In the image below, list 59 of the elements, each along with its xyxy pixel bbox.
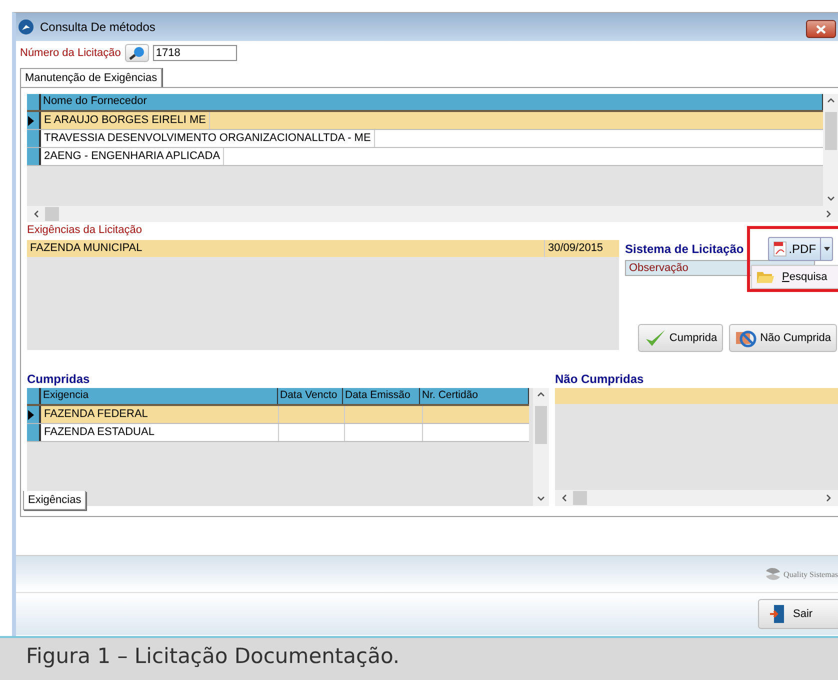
grid-row[interactable]: FAZENDA MUNICIPAL 30/09/2015 (27, 240, 619, 257)
vertical-scrollbar[interactable] (533, 388, 549, 506)
column-header: Exigencia (41, 388, 278, 404)
row-indicator[interactable] (27, 130, 41, 147)
column-header: Data Vencto (278, 388, 343, 404)
logo-icon (764, 566, 782, 582)
grid-row[interactable]: 2AENG - ENGENHARIA APLICADA (27, 148, 823, 166)
scrollbar-thumb[interactable] (825, 112, 837, 150)
table-cell: FAZENDA ESTADUAL (41, 424, 279, 441)
dropdown-caret-icon[interactable] (820, 238, 832, 260)
horizontal-scrollbar[interactable] (27, 206, 838, 222)
window-title: Consulta De métodos (40, 20, 156, 34)
row-pointer-icon (27, 408, 35, 420)
table-cell: E ARAUJO BORGES EIRELI ME (41, 112, 210, 129)
close-button[interactable] (806, 20, 836, 38)
grid-row[interactable]: FAZENDA ESTADUAL (27, 424, 529, 442)
door-icon (769, 604, 787, 624)
tab[interactable]: Exigências (23, 491, 86, 510)
folder-icon (756, 270, 774, 284)
scrollbar-thumb[interactable] (45, 207, 59, 221)
grid-row[interactable]: FAZENDA FEDERAL (27, 406, 529, 424)
logo-text: Quality Sistemas (784, 570, 838, 578)
section-label: Exigências da Licitação (27, 223, 143, 238)
table-cell: FAZENDA FEDERAL (41, 406, 279, 423)
pdf-button[interactable]: .PDF (768, 238, 820, 260)
tab[interactable]: Manutenção de Exigências (20, 68, 162, 87)
grid-row[interactable]: TRAVESSIA DESENVOLVIMENTO ORGANIZACIONALLTDA - ME (27, 130, 823, 148)
checkmark-icon (644, 328, 666, 348)
table-cell: FAZENDA MUNICIPAL (27, 240, 545, 257)
table-cell: 2AENG - ENGENHARIA APLICADA (41, 148, 224, 165)
action-button[interactable]: Cumprida (638, 324, 724, 352)
pdf-split-button[interactable]: .PDF (768, 237, 834, 261)
table-cell-text: 30/09/2015 (547, 241, 604, 256)
prohibited-icon (735, 328, 758, 348)
vertical-scrollbar[interactable] (823, 94, 838, 206)
table-cell: TRAVESSIA DESENVOLVIMENTO ORGANIZACIONALLTDA - ME (41, 130, 375, 147)
licitacao-number-field[interactable]: 1718 (152, 45, 237, 61)
grid-row[interactable]: E ARAUJO BORGES EIRELI ME (27, 112, 823, 130)
pdf-icon (772, 241, 787, 257)
column-header: Nr. Certidão (420, 388, 529, 404)
section-label: Não Cumpridas (555, 371, 645, 388)
horizontal-scrollbar[interactable] (555, 490, 838, 506)
row-indicator[interactable] (27, 112, 41, 129)
app-logo-icon (18, 19, 34, 35)
row-indicator[interactable] (27, 424, 41, 441)
scrollbar-thumb[interactable] (573, 491, 587, 505)
action-button[interactable]: Não Cumprida (729, 324, 837, 352)
row-indicator[interactable] (27, 148, 41, 165)
figure-caption: Figura 1 – Licitação Documentação. (0, 636, 838, 680)
scrollbar-thumb[interactable] (535, 406, 547, 444)
row-pointer-icon (27, 114, 35, 126)
search-button[interactable] (124, 44, 149, 62)
close-icon (816, 24, 826, 34)
licitacao-label: Número da Licitação (20, 47, 121, 59)
section-label: Sistema de Licitação (625, 242, 744, 256)
exit-button[interactable]: Sair (758, 599, 838, 629)
section-label: Cumpridas (27, 371, 91, 388)
column-header: Data Emissão (343, 388, 420, 404)
row-indicator[interactable] (27, 406, 41, 423)
